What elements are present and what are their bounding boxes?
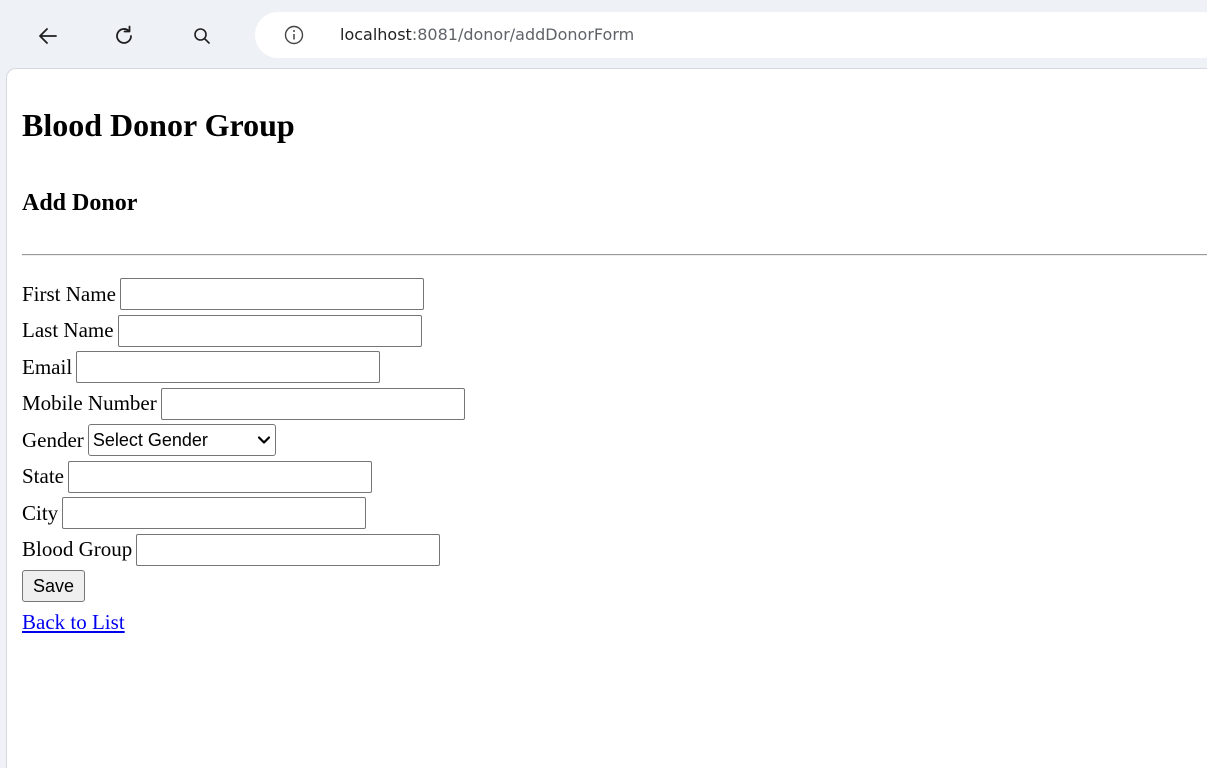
last-name-input[interactable]: [117, 314, 422, 347]
save-row: Save: [22, 568, 465, 605]
reload-icon: [116, 25, 132, 44]
search-button[interactable]: [186, 20, 218, 52]
first-name-row: First Name: [22, 276, 465, 313]
email-row: Email: [22, 349, 465, 386]
mobile-number-label: Mobile Number: [22, 391, 157, 416]
back-to-list-link[interactable]: Back to List: [22, 610, 125, 635]
address-bar[interactable]: localhost:8081/donor/addDonorForm: [255, 12, 1207, 58]
city-input[interactable]: [62, 497, 367, 530]
browser-toolbar: localhost:8081/donor/addDonorForm: [0, 0, 1207, 68]
first-name-label: First Name: [22, 281, 116, 306]
page-title: Blood Donor Group: [22, 107, 295, 143]
blood-group-row: Blood Group: [22, 532, 465, 569]
blood-group-input[interactable]: [136, 533, 441, 566]
email-input[interactable]: [76, 351, 381, 384]
state-label: State: [22, 464, 64, 489]
mobile-row: Mobile Number: [22, 386, 465, 423]
gender-select-value: Select Gender: [92, 429, 208, 450]
first-name-input[interactable]: [119, 278, 424, 311]
back-button[interactable]: [32, 20, 64, 52]
url-text[interactable]: localhost:8081/donor/addDonorForm: [340, 25, 634, 45]
mobile-number-input[interactable]: [160, 387, 465, 420]
city-row: City: [22, 495, 465, 532]
state-row: State: [22, 459, 465, 496]
divider: [22, 254, 1207, 256]
url-host: localhost: [340, 25, 412, 44]
chevron-down-icon: [257, 436, 270, 444]
reload-button[interactable]: [108, 20, 140, 52]
url-path: :8081/donor/addDonorForm: [411, 25, 635, 44]
search-icon: [194, 28, 210, 44]
city-label: City: [22, 500, 59, 525]
gender-select[interactable]: Select Gender: [87, 424, 276, 457]
last-name-label: Last Name: [22, 318, 114, 343]
last-name-row: Last Name: [22, 313, 465, 350]
info-icon[interactable]: [283, 24, 305, 46]
back-link-row: Back to List: [22, 605, 465, 642]
add-donor-form: First Name Last Name Email Mobile Number…: [22, 276, 465, 641]
page-subtitle: Add Donor: [22, 190, 138, 216]
gender-row: Gender Select Gender: [22, 422, 465, 459]
email-label: Email: [22, 354, 73, 379]
state-input[interactable]: [68, 460, 372, 493]
gender-label: Gender: [22, 427, 84, 452]
blood-group-label: Blood Group: [22, 537, 133, 562]
save-button[interactable]: Save: [22, 570, 86, 603]
arrow-left-icon: [39, 28, 57, 44]
page-viewport: Blood Donor Group Add Donor First Name L…: [6, 68, 1207, 768]
